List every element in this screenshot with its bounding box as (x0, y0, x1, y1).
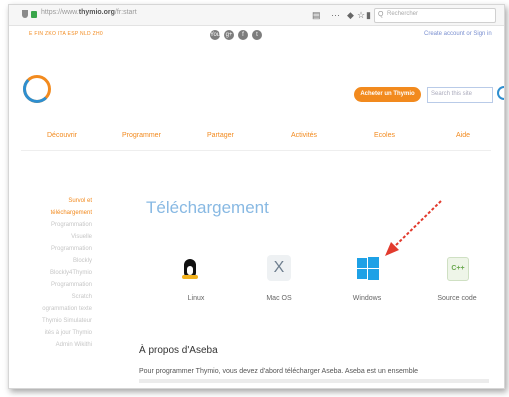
browser-search-input[interactable]: Q Rechercher (374, 8, 496, 23)
download-label-windows: Windows (352, 295, 382, 302)
reader-icon[interactable]: ▤ (312, 10, 321, 20)
url-field[interactable]: https://www.thymio.org/fr:start (41, 9, 137, 16)
language-links[interactable]: E FIN ZKO ITA ESP NLD ZH0 (29, 31, 103, 37)
sidebar-item-telechargement[interactable]: téléchargement (9, 209, 92, 217)
browser-search-placeholder: Rechercher (387, 11, 419, 17)
lock-icon[interactable] (31, 11, 37, 18)
sidebar-item-blockly4thymio[interactable]: Blockly4Thymio (9, 269, 92, 277)
thymio-logo[interactable] (23, 75, 51, 103)
download-label-linux: Linux (187, 295, 205, 302)
bookmark-star-icon[interactable]: ☆ (357, 10, 365, 20)
sidebar-item-scratch[interactable]: Scratch (9, 293, 92, 301)
sidebar-item-blockly[interactable]: Blockly (9, 257, 92, 265)
facebook-icon[interactable]: f (238, 30, 248, 40)
google-plus-icon[interactable]: g+ (224, 30, 234, 40)
url-domain: thymio.org (78, 9, 115, 16)
sidebar-item-simulateur[interactable]: Thymio Simulateur (9, 317, 92, 325)
url-path: /fr:start (114, 9, 137, 16)
site-search-placeholder: Search this site (431, 91, 473, 97)
twitter-icon[interactable]: t (252, 30, 262, 40)
more-icon[interactable]: ··· (331, 10, 340, 20)
download-source-code[interactable]: C++ Source code (427, 255, 487, 302)
tux-feet (182, 275, 198, 279)
page-title: Téléchargement (146, 198, 269, 217)
library-icon[interactable]: ▮ (366, 10, 371, 20)
buy-thymio-button[interactable]: Acheter un Thymio (354, 87, 421, 102)
sidebar-item-survol[interactable]: Survol et (9, 197, 92, 205)
nav-item-activites[interactable]: Activités (291, 132, 317, 139)
sidebar-item-admin[interactable]: Admin Wikithi (9, 341, 92, 349)
sidebar-item-visuelle[interactable]: Visuelle (9, 233, 92, 241)
download-linux[interactable]: Linux (166, 255, 226, 302)
main-nav: Découvrir Programmer Partager Activités … (9, 132, 504, 144)
sidebar-item-programmation-scratch[interactable]: Programmation (9, 281, 92, 289)
search-icon: Q (378, 11, 384, 18)
nav-item-ecoles[interactable]: Ecoles (374, 132, 395, 139)
sidebar-item-programmation-blockly[interactable]: Programmation (9, 245, 92, 253)
sidebar-item-programmation-visuelle[interactable]: Programmation (9, 221, 92, 229)
shield-icon[interactable] (22, 10, 28, 18)
nav-item-decouvrir[interactable]: Découvrir (47, 132, 77, 139)
download-label-macos: Mac OS (266, 295, 292, 302)
windows-icon (357, 257, 379, 280)
about-heading: À propos d'Aseba (139, 345, 218, 356)
browser-window: https://www.thymio.org/fr:start ▤ ··· ◆ … (8, 4, 505, 389)
site-search-input[interactable]: Search this site (427, 87, 493, 103)
download-label-source-code: Source code (437, 295, 477, 302)
nav-item-partager[interactable]: Partager (207, 132, 234, 139)
account-link[interactable]: Create account or Sign in (424, 31, 492, 37)
about-paragraph: Pour programmer Thymio, vous devez d'abo… (139, 368, 419, 375)
browser-toolbar: https://www.thymio.org/fr:start ▤ ··· ◆ … (9, 5, 504, 26)
source-code-icon: C++ (447, 257, 469, 281)
sidebar-item-programmation-texte[interactable]: ogrammation texte (9, 305, 92, 313)
nav-item-aide[interactable]: Aide (456, 132, 470, 139)
url-prefix: https://www. (41, 9, 79, 16)
pocket-icon[interactable]: ◆ (347, 10, 354, 20)
sidebar: Survol et téléchargement Programmation V… (9, 197, 92, 353)
nav-item-programmer[interactable]: Programmer (122, 132, 161, 139)
download-windows[interactable]: Windows (337, 255, 397, 302)
annotation-arrow (385, 200, 442, 256)
youtube-icon[interactable]: You (210, 30, 220, 40)
nav-divider (21, 150, 491, 151)
mac-os-icon: X (267, 255, 291, 281)
site-search-icon[interactable] (497, 86, 504, 100)
sidebar-item-mise-a-jour[interactable]: ités à jour Thymio (9, 329, 92, 337)
download-macos[interactable]: X Mac OS (249, 255, 309, 302)
about-paragraph-continued (139, 379, 489, 383)
